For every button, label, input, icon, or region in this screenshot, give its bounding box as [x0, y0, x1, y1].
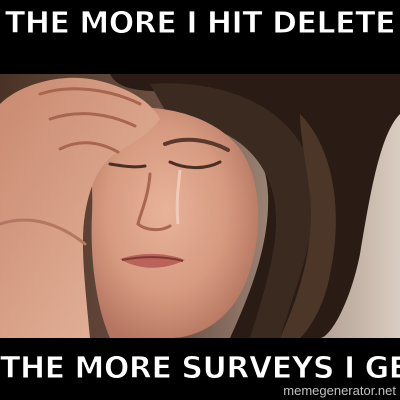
meme-top-caption: THE MORE I HIT DELETE — [4, 6, 396, 42]
watermark-text: memegenerator.net — [283, 383, 396, 398]
meme-image: THE MORE I HIT DELETE THE MORE SURVEYS I… — [0, 0, 400, 400]
crying-woman-photo — [0, 74, 400, 338]
photo-illustration — [0, 74, 400, 338]
